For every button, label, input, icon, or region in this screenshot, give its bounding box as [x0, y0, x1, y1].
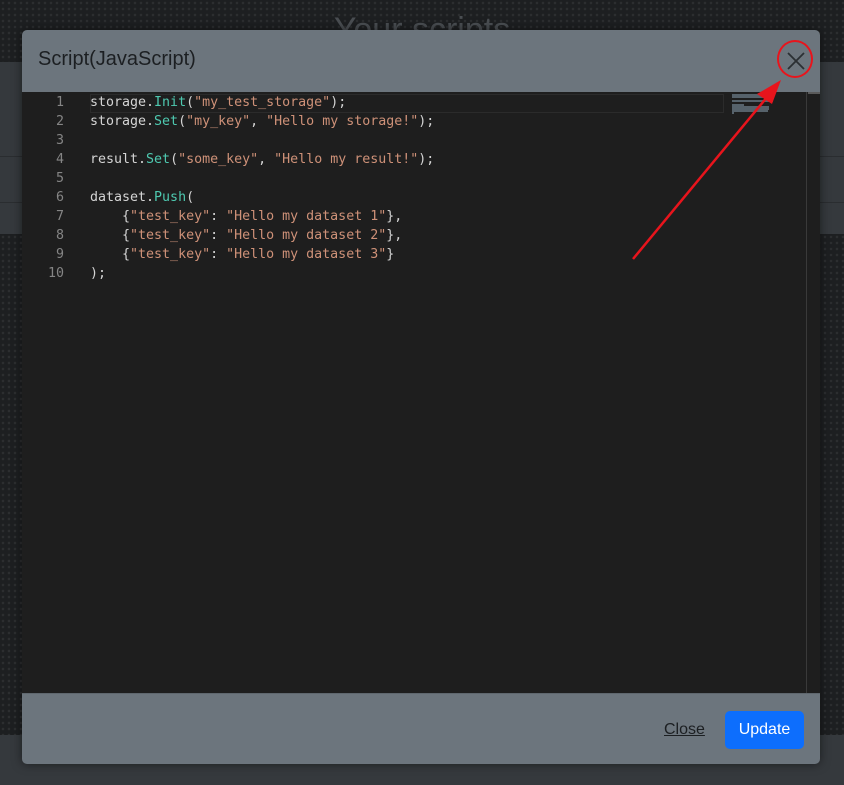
- code-line: {"test_key": "Hello my dataset 2"},: [90, 226, 402, 245]
- code-token: );: [418, 152, 435, 167]
- modal-footer: Close Update: [22, 693, 820, 764]
- code-token: "Hello my dataset 3": [226, 247, 387, 262]
- annotation-circle: [777, 40, 813, 78]
- code-token: Push: [154, 190, 187, 205]
- code-line: {"test_key": "Hello my dataset 1"},: [90, 207, 402, 226]
- code-token: storage.: [90, 95, 155, 110]
- update-button[interactable]: Update: [725, 711, 804, 749]
- code-token: {: [90, 209, 131, 224]
- code-token: "test_key": [130, 209, 211, 224]
- line-number: 4: [55, 152, 64, 167]
- scrollbar-thumb[interactable]: [808, 92, 820, 94]
- line-number: 9: [55, 247, 64, 262]
- minimap-line: [732, 96, 773, 98]
- code-line: );: [90, 264, 106, 283]
- editor-minimap[interactable]: [730, 92, 806, 693]
- modal-header: Script(JavaScript): [22, 30, 820, 93]
- minimap-line: [732, 100, 773, 102]
- code-token: "Hello my dataset 1": [226, 209, 387, 224]
- code-line: {"test_key": "Hello my dataset 3"}: [90, 245, 394, 264]
- code-token: );: [90, 266, 107, 281]
- code-token: "Hello my storage!": [266, 114, 419, 129]
- code-token: "Hello my result!": [274, 152, 419, 167]
- code-token: :: [210, 209, 227, 224]
- line-number: 10: [47, 266, 64, 281]
- code-token: },: [386, 228, 403, 243]
- code-token: Set: [146, 152, 171, 167]
- line-number: 6: [55, 190, 64, 205]
- script-modal: Script(JavaScript) 1 2 3 4 5 6 7 8 9 10 storage.I…: [22, 30, 820, 764]
- line-number: 2: [55, 114, 64, 129]
- code-token: );: [418, 114, 435, 129]
- line-number: 5: [55, 171, 64, 186]
- code-token: (: [178, 114, 187, 129]
- code-token: dataset.: [90, 190, 155, 205]
- code-token: Set: [154, 114, 179, 129]
- code-token: "test_key": [130, 247, 211, 262]
- code-line: storage.Init("my_test_storage");: [90, 93, 346, 112]
- code-line: result.Set("some_key", "Hello my result!…: [90, 150, 434, 169]
- code-token: {: [90, 228, 131, 243]
- code-token: ,: [258, 152, 275, 167]
- code-token: "my_key": [186, 114, 251, 129]
- code-line: storage.Set("my_key", "Hello my storage!…: [90, 112, 434, 131]
- code-token: }: [386, 247, 395, 262]
- code-token: {: [90, 247, 131, 262]
- code-token: :: [210, 228, 227, 243]
- code-token: Init: [154, 95, 187, 110]
- code-token: ,: [250, 114, 267, 129]
- code-token: (: [186, 95, 195, 110]
- minimap-line: [732, 110, 769, 112]
- code-token: },: [386, 209, 403, 224]
- code-editor[interactable]: 1 2 3 4 5 6 7 8 9 10 storage.Init("my_test_storag…: [22, 92, 820, 693]
- code-token: storage.: [90, 114, 155, 129]
- modal-title: Script(JavaScript): [38, 48, 196, 70]
- code-token: (: [170, 152, 179, 167]
- line-number: 3: [55, 133, 64, 148]
- code-token: result.: [90, 152, 147, 167]
- code-token: "test_key": [130, 228, 211, 243]
- line-number: 1: [55, 95, 64, 110]
- line-number-gutter: 1 2 3 4 5 6 7 8 9 10: [22, 92, 82, 693]
- code-token: );: [330, 95, 347, 110]
- line-number: 8: [55, 228, 64, 243]
- code-token: :: [210, 247, 227, 262]
- code-line: dataset.Push(: [90, 188, 194, 207]
- code-token: "some_key": [178, 152, 259, 167]
- minimap-line: [732, 112, 734, 114]
- editor-scrollbar[interactable]: [806, 92, 820, 693]
- close-button[interactable]: Close: [662, 712, 707, 748]
- code-token: "Hello my dataset 2": [226, 228, 387, 243]
- line-number: 7: [55, 209, 64, 224]
- code-area[interactable]: storage.Init("my_test_storage"); storage.…: [90, 92, 730, 693]
- code-token: (: [186, 190, 195, 205]
- code-token: "my_test_storage": [194, 95, 331, 110]
